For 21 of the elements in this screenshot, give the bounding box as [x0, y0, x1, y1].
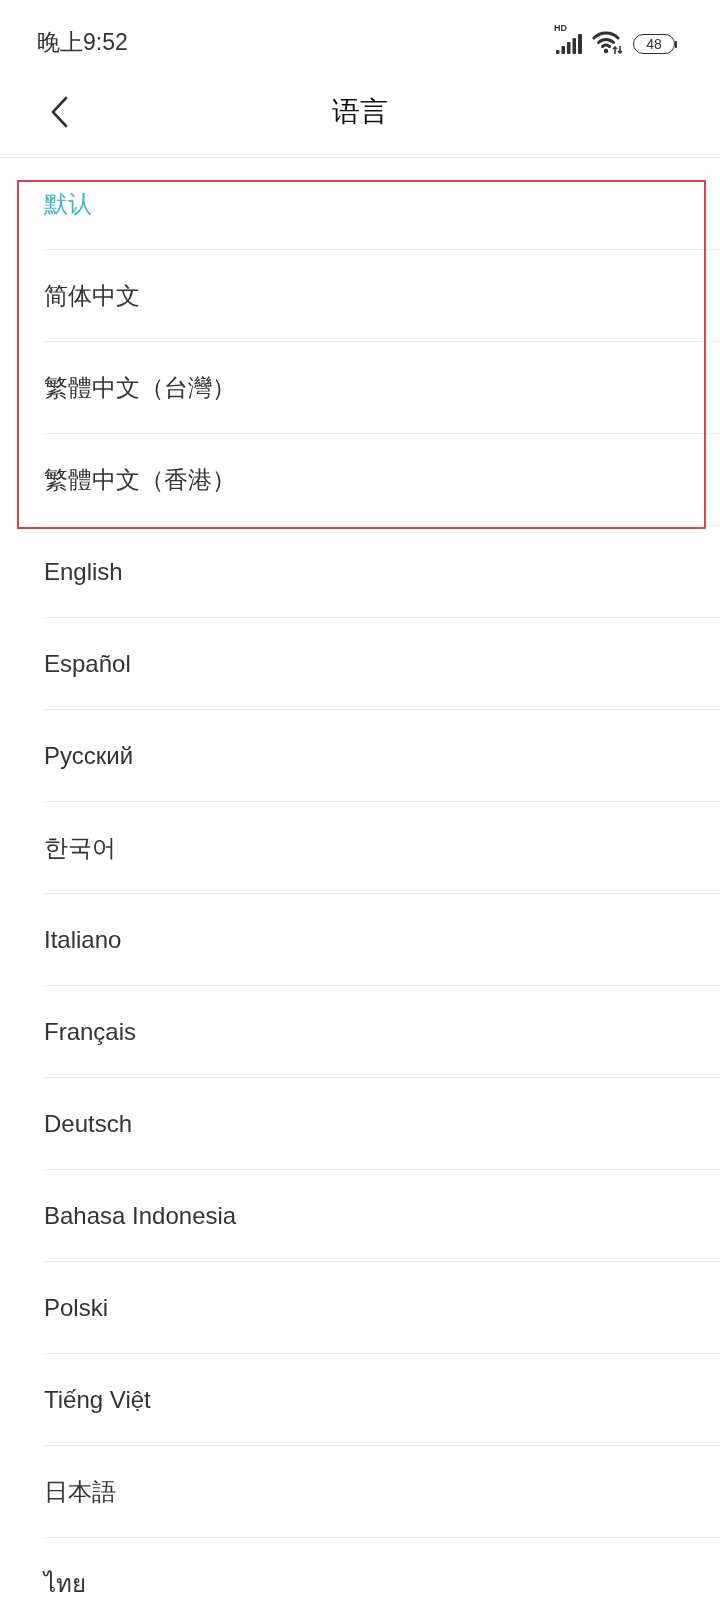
language-option[interactable]: Tiếng Việt: [0, 1354, 720, 1446]
language-option[interactable]: Italiano: [0, 894, 720, 986]
language-option[interactable]: Русский: [0, 710, 720, 802]
language-option[interactable]: 한국어: [0, 802, 720, 894]
language-option[interactable]: Deutsch: [0, 1078, 720, 1170]
back-button[interactable]: [50, 95, 68, 128]
signal-icon: [556, 34, 582, 54]
language-option[interactable]: Polski: [0, 1262, 720, 1354]
language-option[interactable]: Español: [0, 618, 720, 710]
language-option[interactable]: ไทย: [0, 1538, 720, 1600]
language-option[interactable]: English: [0, 526, 720, 618]
page-title: 语言: [332, 94, 388, 129]
language-option[interactable]: Français: [0, 986, 720, 1078]
language-option[interactable]: 日本語: [0, 1446, 720, 1538]
wifi-icon: [592, 30, 623, 54]
language-option[interactable]: 繁體中文（香港）: [0, 434, 720, 526]
status-time: 晚上9:52: [37, 27, 128, 57]
network-type-label: HD: [554, 23, 567, 33]
language-option[interactable]: 简体中文: [0, 250, 720, 342]
language-option[interactable]: 繁體中文（台灣）: [0, 342, 720, 434]
language-option[interactable]: Bahasa Indonesia: [0, 1170, 720, 1262]
